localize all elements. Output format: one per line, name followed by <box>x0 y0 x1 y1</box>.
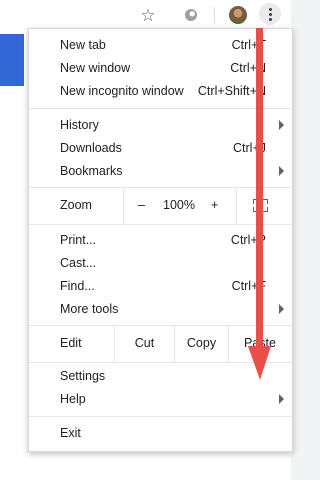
menu-item-label: Help <box>60 392 86 406</box>
menu-item-label: Bookmarks <box>60 164 123 178</box>
bookmark-star-icon[interactable]: ☆ <box>137 4 159 26</box>
zoom-level: 100% <box>163 198 195 212</box>
zoom-label: Zoom <box>60 198 92 212</box>
menu-item-label: Cast... <box>60 256 97 270</box>
zoom-separator <box>123 188 124 224</box>
menu-item-label: New window <box>60 61 131 75</box>
menu-item-exit[interactable]: Exit <box>29 422 292 445</box>
edit-label: Edit <box>60 336 82 350</box>
profile-avatar[interactable] <box>227 4 249 26</box>
cut-button[interactable]: Cut <box>115 336 174 350</box>
submenu-arrow-icon <box>279 304 284 314</box>
zoom-out-button[interactable]: – <box>138 198 145 212</box>
submenu-arrow-icon <box>279 120 284 130</box>
menu-item-help[interactable]: Help <box>29 388 292 411</box>
submenu-arrow-icon <box>279 394 284 404</box>
menu-item-label: Downloads <box>60 141 122 155</box>
toolbar-divider <box>214 7 215 23</box>
menu-divider <box>29 416 292 417</box>
menu-item-label: History <box>60 118 99 132</box>
menu-item-label: Exit <box>60 426 81 440</box>
annotation-arrow-icon <box>248 28 271 380</box>
more-vert-icon[interactable] <box>259 3 281 25</box>
submenu-arrow-icon <box>279 166 284 176</box>
copy-button[interactable]: Copy <box>175 336 228 350</box>
page-accent-tile <box>0 34 24 86</box>
zoom-in-button[interactable]: + <box>211 198 218 212</box>
zoom-separator <box>236 188 237 224</box>
browser-toolbar: ☆ <box>0 0 291 30</box>
menu-item-label: Print... <box>60 233 97 247</box>
menu-item-label: Find... <box>60 279 95 293</box>
menu-item-label: Settings <box>60 369 106 383</box>
menu-item-label: New tab <box>60 38 106 52</box>
menu-item-label: New incognito window <box>60 84 184 98</box>
extension-icon[interactable] <box>180 4 202 26</box>
menu-item-label: More tools <box>60 302 119 316</box>
